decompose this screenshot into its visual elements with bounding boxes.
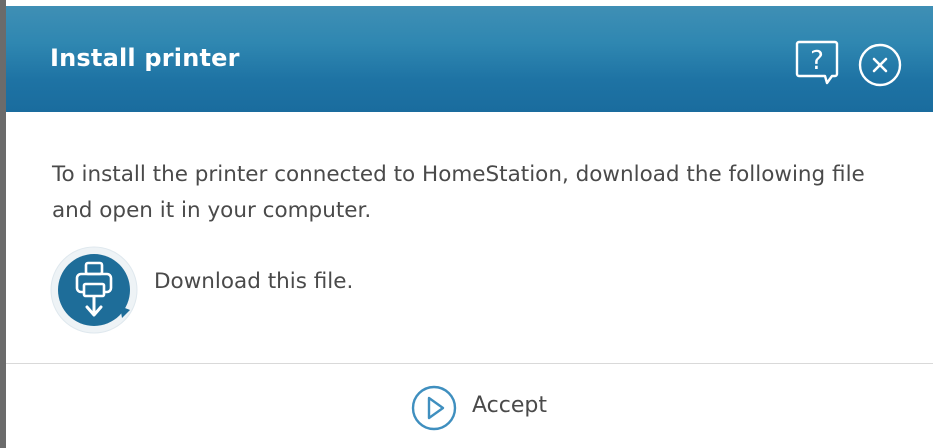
dialog-header: Install printer ? bbox=[6, 6, 933, 112]
play-icon bbox=[411, 385, 457, 431]
install-instructions: To install the printer connected to Home… bbox=[52, 162, 865, 223]
accept-label: Accept bbox=[472, 393, 547, 418]
download-file-label: Download this file. bbox=[154, 269, 354, 294]
footer-divider bbox=[6, 363, 933, 364]
install-printer-dialog: Install printer ? To install the printer… bbox=[0, 0, 933, 448]
svg-text:?: ? bbox=[810, 46, 824, 76]
dialog-title: Install printer bbox=[50, 44, 240, 72]
close-button[interactable] bbox=[857, 42, 903, 88]
close-icon bbox=[858, 43, 902, 87]
help-button[interactable]: ? bbox=[794, 38, 840, 86]
help-icon: ? bbox=[795, 40, 839, 85]
download-file-link[interactable]: Download this file. bbox=[50, 246, 550, 336]
accept-button[interactable]: Accept bbox=[406, 382, 586, 434]
printer-download-icon bbox=[50, 246, 138, 334]
